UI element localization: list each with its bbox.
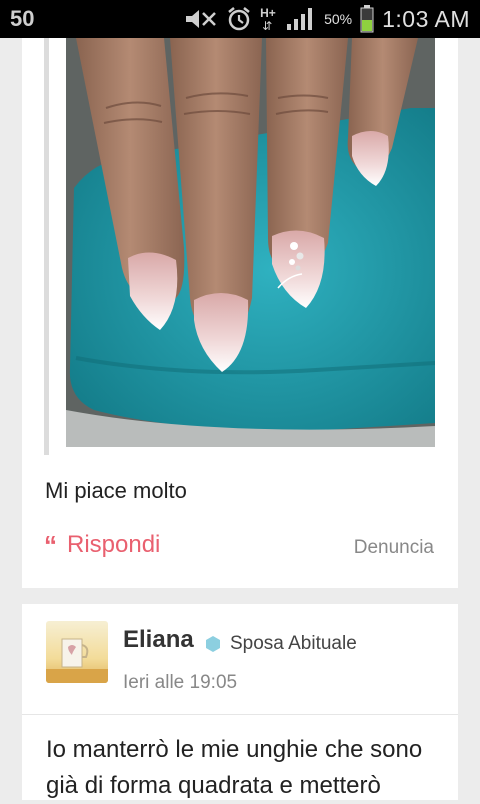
divider — [22, 714, 458, 715]
notification-count: 50 — [10, 6, 35, 31]
reply-button[interactable]: “ Rispondi — [44, 531, 160, 559]
reply-label: Rispondi — [67, 531, 161, 558]
network-label: H+ — [260, 6, 276, 20]
clock: 1:03 AM — [382, 5, 470, 32]
post-timestamp: Ieri alle 19:05 — [123, 672, 238, 693]
nail-photo[interactable] — [66, 38, 435, 447]
post-card: Mi piace molto “ Rispondi Denuncia — [22, 38, 458, 588]
signal-icon — [287, 8, 313, 30]
post-body-text: Io manterrò le mie unghie che sono già d… — [46, 736, 423, 799]
data-arrows-icon: H+ ⇵ — [260, 6, 276, 33]
reply-card: Eliana Sposa Abituale Ieri alle 19:05 Io… — [22, 604, 458, 800]
quote-bar — [44, 38, 49, 455]
battery-icon — [360, 5, 374, 33]
quote-icon: “ — [44, 530, 57, 560]
report-link[interactable]: Denuncia — [354, 537, 434, 559]
badge-label: Sposa Abituale — [230, 633, 357, 654]
user-badge: Sposa Abituale — [206, 633, 357, 655]
avatar[interactable] — [46, 621, 108, 683]
hexagon-icon — [206, 636, 220, 652]
author-name[interactable]: Eliana — [123, 626, 194, 654]
mute-icon — [186, 10, 216, 28]
status-bar: 50 H+ ⇵ 50% 1:03 AM — [0, 0, 480, 38]
status-icons: H+ ⇵ 50% 1:03 AM — [184, 0, 470, 38]
alarm-icon — [228, 7, 250, 31]
battery-percent: 50% — [324, 11, 353, 27]
comment-text: Mi piace molto — [45, 478, 187, 503]
